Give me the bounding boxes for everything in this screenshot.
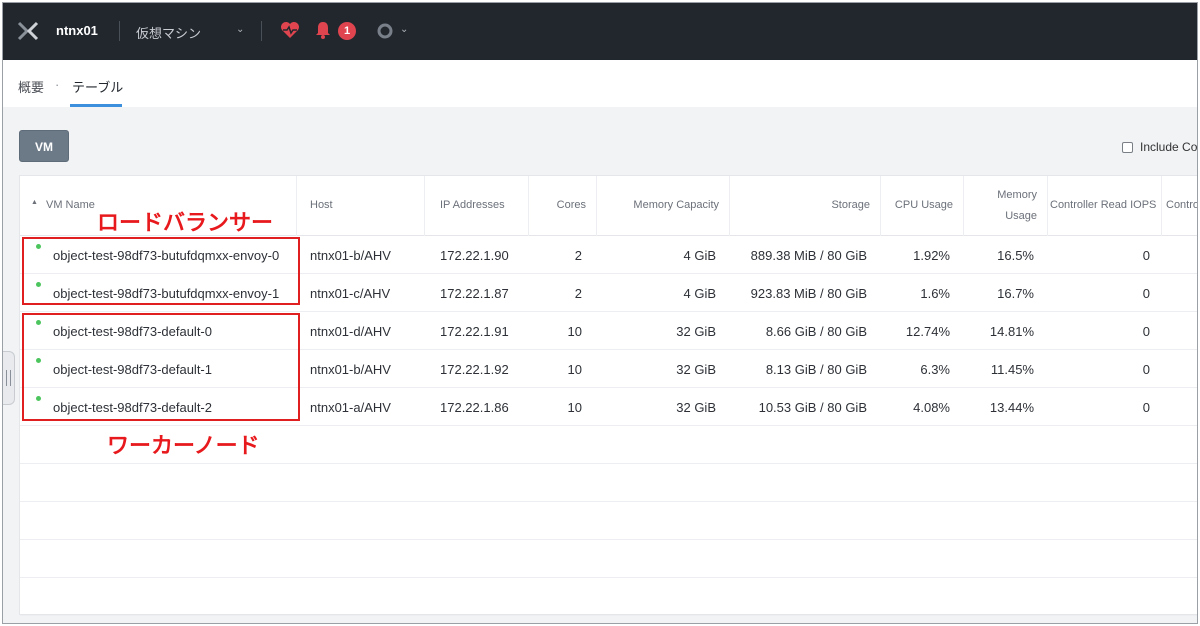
sidebar-drag-handle[interactable] <box>3 351 15 405</box>
tab-overview[interactable]: 概要 <box>18 77 44 96</box>
cell-memory-usage: 13.44% <box>989 400 1034 415</box>
top-navigation-bar: ntnx01 仮想マシン ⌄ 1 ⌄ <box>3 3 1197 60</box>
cell-storage: 923.83 MiB / 80 GiB <box>750 286 867 301</box>
cell-cpu-usage: 1.6% <box>920 286 950 301</box>
cell-memory-usage: 11.45% <box>990 362 1034 377</box>
cell-ip-address: 172.22.1.86 <box>440 400 509 415</box>
cell-cpu-usage: 4.08% <box>913 400 950 415</box>
cell-controller-read-iops: 0 <box>1142 400 1150 415</box>
column-controller-next[interactable]: Contro <box>1166 199 1197 211</box>
column-divider <box>296 176 297 236</box>
include-checkbox[interactable] <box>1122 141 1133 153</box>
cell-cores: 2 <box>574 286 582 301</box>
column-memory-usage-line2[interactable]: Usage <box>963 210 1037 222</box>
cell-cpu-usage: 12.74% <box>905 324 950 339</box>
active-tab-indicator <box>70 104 122 107</box>
column-vm-name[interactable]: VM Name <box>46 199 95 211</box>
empty-row <box>20 578 1197 616</box>
tab-separator: · <box>55 77 60 92</box>
cell-storage: 8.13 GiB / 80 GiB <box>765 362 867 377</box>
cell-cores: 10 <box>567 362 582 377</box>
cell-controller-read-iops: 0 <box>1142 248 1150 263</box>
divider <box>261 21 262 41</box>
cell-cores: 10 <box>567 324 582 339</box>
column-cpu-usage[interactable]: CPU Usage <box>880 199 953 211</box>
alert-count-badge[interactable]: 1 <box>338 22 356 40</box>
cell-cpu-usage: 1.92% <box>913 248 950 263</box>
cell-cores: 2 <box>574 248 582 263</box>
cell-memory-usage: 14.81% <box>989 324 1034 339</box>
load-balancer-highlight <box>22 237 300 305</box>
tab-table[interactable]: テーブル <box>72 77 123 96</box>
column-divider <box>1047 176 1048 236</box>
bell-icon[interactable] <box>315 21 331 39</box>
column-cores[interactable]: Cores <box>528 199 586 211</box>
cell-memory-capacity: 32 GiB <box>676 400 716 415</box>
cell-controller-read-iops: 0 <box>1142 324 1150 339</box>
cell-controller-read-iops: 0 <box>1142 362 1150 377</box>
cell-ip-address: 172.22.1.91 <box>440 324 509 339</box>
empty-row <box>20 464 1197 502</box>
column-controller-read-iops[interactable]: Controller Read IOPS <box>1050 199 1156 211</box>
column-divider <box>1161 176 1162 236</box>
column-divider <box>963 176 964 236</box>
column-memory-usage-line1[interactable]: Memory <box>963 189 1037 201</box>
cell-cpu-usage: 6.3% <box>920 362 950 377</box>
column-divider <box>424 176 425 236</box>
cell-controller-read-iops: 0 <box>1142 286 1150 301</box>
empty-row <box>20 540 1197 578</box>
cell-memory-capacity: 32 GiB <box>676 324 716 339</box>
column-memory-capacity[interactable]: Memory Capacity <box>596 199 719 211</box>
cell-memory-capacity: 32 GiB <box>676 362 716 377</box>
cell-storage: 8.66 GiB / 80 GiB <box>765 324 867 339</box>
column-storage[interactable]: Storage <box>729 199 870 211</box>
cell-cores: 10 <box>567 400 582 415</box>
gear-icon[interactable] <box>377 23 393 39</box>
sort-ascending-icon[interactable]: ▲ <box>31 199 38 206</box>
chevron-down-icon[interactable]: ⌄ <box>400 24 408 35</box>
empty-row <box>20 502 1197 540</box>
cell-memory-usage: 16.5% <box>997 248 1034 263</box>
cell-memory-capacity: 4 GiB <box>683 286 716 301</box>
column-ip-addresses[interactable]: IP Addresses <box>440 199 505 211</box>
chevron-down-icon[interactable]: ⌄ <box>236 24 244 35</box>
cell-ip-address: 172.22.1.90 <box>440 248 509 263</box>
divider <box>119 21 120 41</box>
cell-host: ntnx01-c/AHV <box>310 286 391 301</box>
worker-node-annotation: ワーカーノード <box>107 434 260 459</box>
load-balancer-annotation: ロードバランサー <box>97 211 274 236</box>
column-host[interactable]: Host <box>310 199 333 211</box>
vm-button[interactable]: VM <box>19 130 69 162</box>
health-heart-icon[interactable] <box>280 21 300 39</box>
cell-host: ntnx01-b/AHV <box>310 362 391 377</box>
entity-selector[interactable]: 仮想マシン <box>136 23 201 42</box>
cell-storage: 10.53 GiB / 80 GiB <box>758 400 867 415</box>
cluster-name[interactable]: ntnx01 <box>56 23 98 38</box>
app-frame: ntnx01 仮想マシン ⌄ 1 ⌄ 概要 · テーブル VM Include … <box>2 2 1198 624</box>
cell-memory-capacity: 4 GiB <box>683 248 716 263</box>
cell-memory-usage: 16.7% <box>997 286 1034 301</box>
cell-host: ntnx01-a/AHV <box>310 400 391 415</box>
include-controller-vms[interactable]: Include Co <box>1122 140 1197 154</box>
cell-ip-address: 172.22.1.92 <box>440 362 509 377</box>
cell-ip-address: 172.22.1.87 <box>440 286 509 301</box>
view-tabs: 概要 · テーブル <box>3 60 1197 107</box>
cell-host: ntnx01-b/AHV <box>310 248 391 263</box>
nutanix-logo-icon[interactable] <box>17 21 39 41</box>
cell-storage: 889.38 MiB / 80 GiB <box>750 248 867 263</box>
worker-node-highlight <box>22 313 300 421</box>
cell-host: ntnx01-d/AHV <box>310 324 391 339</box>
include-label: Include Co <box>1140 140 1198 154</box>
